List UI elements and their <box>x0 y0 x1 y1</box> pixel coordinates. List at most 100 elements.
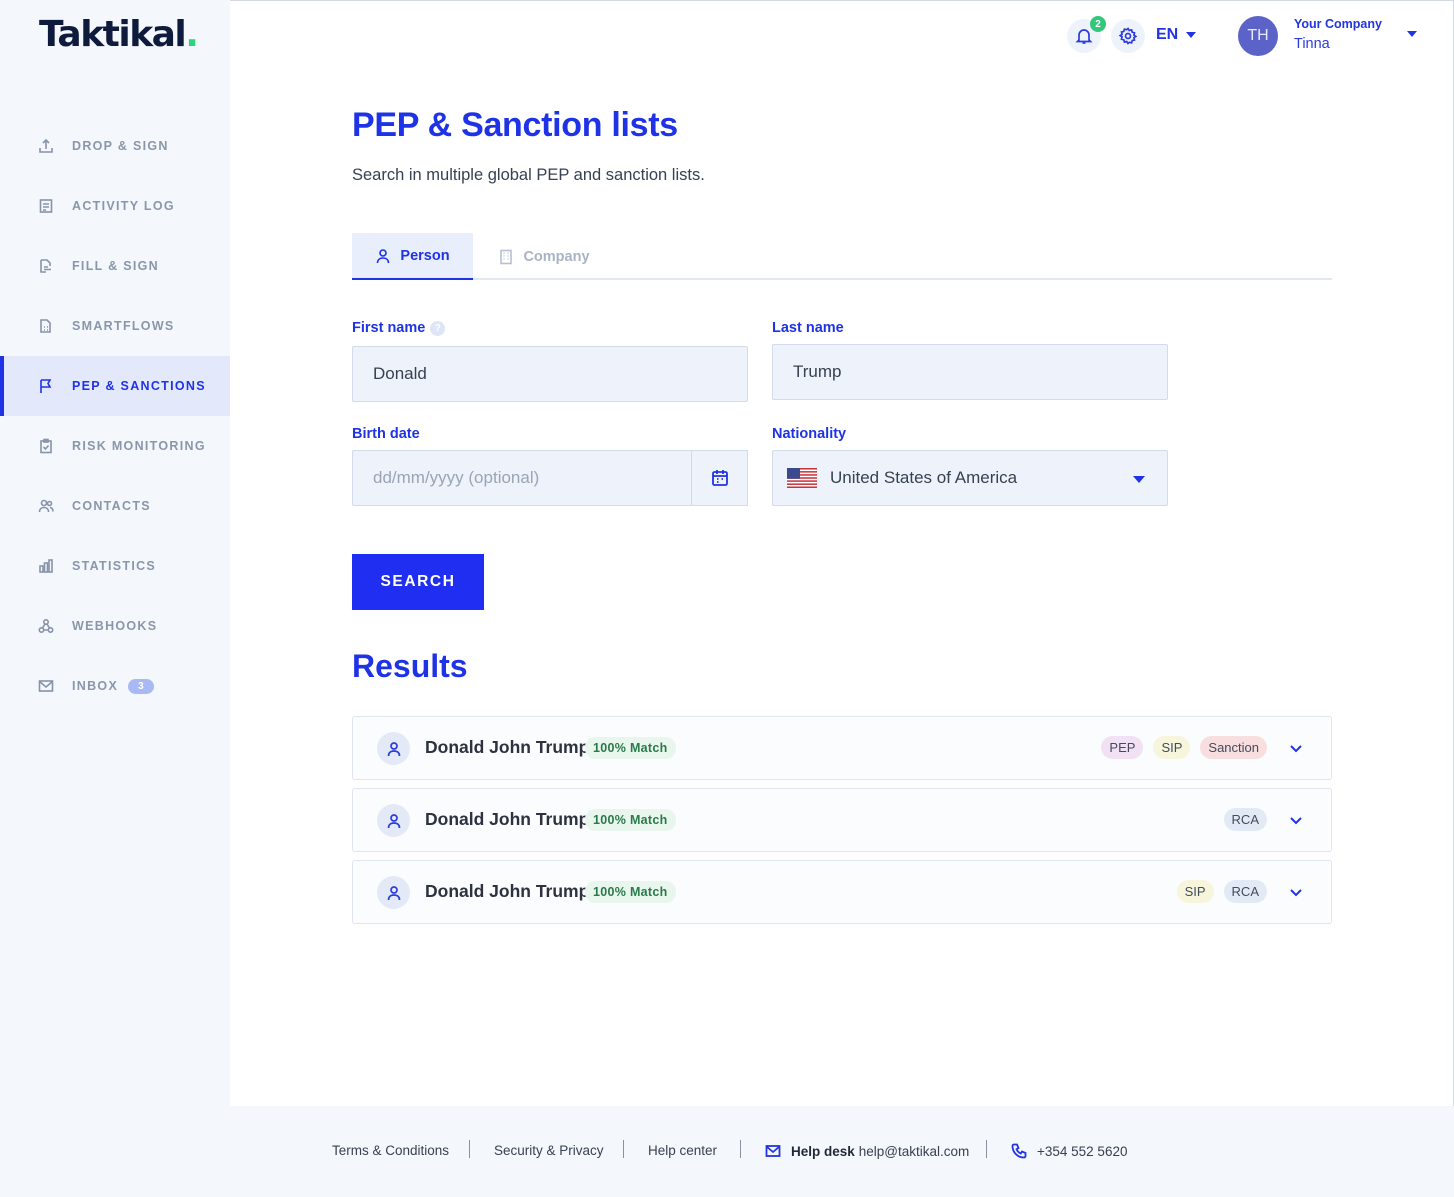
date-picker-button[interactable] <box>691 450 748 506</box>
nationality-value: United States of America <box>830 468 1018 487</box>
user-menu-chevron-icon[interactable] <box>1407 31 1417 37</box>
tab-company[interactable]: Company <box>484 233 604 280</box>
first-name-label: First name ? <box>352 320 446 336</box>
result-row[interactable]: Donald John Trump 100% Match PEP SIP San… <box>352 716 1332 780</box>
person-icon <box>377 248 390 263</box>
sidebar-item-inbox[interactable]: INBOX 3 <box>0 656 230 716</box>
result-row[interactable]: Donald John Trump 100% Match SIP RCA <box>352 860 1332 924</box>
sidebar-item-label: CONTACTS <box>72 499 151 513</box>
sidebar-item-contacts[interactable]: CONTACTS <box>0 476 230 536</box>
sidebar-item-label: INBOX <box>72 679 119 693</box>
expand-chevron-icon[interactable] <box>1287 811 1305 829</box>
nationality-select[interactable]: United States of America <box>772 450 1168 506</box>
result-tags: RCA <box>1223 808 1267 831</box>
user-company[interactable]: Your Company <box>1294 17 1382 31</box>
sidebar-item-webhooks[interactable]: WEBHOOKS <box>0 596 230 656</box>
sidebar-item-label: ACTIVITY LOG <box>72 199 175 213</box>
sidebar-item-fill-sign[interactable]: FILL & SIGN <box>0 236 230 296</box>
tag-sanction: Sanction <box>1200 736 1267 759</box>
page-title: PEP & Sanction lists <box>352 106 678 144</box>
webhook-icon <box>38 618 54 634</box>
expand-chevron-icon[interactable] <box>1287 739 1305 757</box>
tag-rca: RCA <box>1223 808 1267 831</box>
sidebar-item-label: PEP & SANCTIONS <box>72 379 206 393</box>
settings-button[interactable] <box>1111 19 1145 53</box>
terms-link[interactable]: Terms & Conditions <box>332 1143 449 1158</box>
sidebar: Taktikal. DROP & SIGN ACTIVITY LOG FILL … <box>0 0 230 1106</box>
tag-sip: SIP <box>1176 880 1214 903</box>
result-row[interactable]: Donald John Trump 100% Match RCA <box>352 788 1332 852</box>
language-code: EN <box>1156 26 1179 43</box>
sidebar-item-drop-sign[interactable]: DROP & SIGN <box>0 116 230 176</box>
footer-divider <box>986 1140 987 1158</box>
bell-icon <box>1075 29 1093 44</box>
flow-icon <box>38 318 54 334</box>
calendar-icon <box>711 470 728 486</box>
footer-divider <box>740 1140 741 1158</box>
page-subtitle: Search in multiple global PEP and sancti… <box>352 166 705 184</box>
last-name-field[interactable]: Trump <box>772 344 1168 400</box>
sidebar-item-label: FILL & SIGN <box>72 259 159 273</box>
result-tags: SIP RCA <box>1176 880 1267 903</box>
upload-icon <box>38 138 54 154</box>
taktikal-logo[interactable]: Taktikal. <box>39 14 199 55</box>
phone-icon <box>1011 1143 1027 1159</box>
person-icon <box>377 804 410 837</box>
notification-count-badge: 2 <box>1090 16 1106 32</box>
clipboard-check-icon <box>38 438 54 454</box>
inbox-count-badge: 3 <box>128 678 154 694</box>
sidebar-item-smartflows[interactable]: SMARTFLOWS <box>0 296 230 356</box>
sidebar-item-risk-monitoring[interactable]: RISK MONITORING <box>0 416 230 476</box>
sidebar-item-label: STATISTICS <box>72 559 157 573</box>
last-name-label: Last name <box>772 320 844 336</box>
sidebar-item-label: DROP & SIGN <box>72 139 169 153</box>
person-icon <box>377 732 410 765</box>
tag-pep: PEP <box>1101 736 1144 759</box>
phone-link[interactable]: +354 552 5620 <box>1011 1143 1127 1159</box>
result-name: Donald John Trump <box>425 737 590 757</box>
expand-chevron-icon[interactable] <box>1287 883 1305 901</box>
help-center-link[interactable]: Help center <box>648 1143 717 1158</box>
language-selector[interactable]: EN <box>1156 26 1197 44</box>
help-desk-email: help@taktikal.com <box>858 1143 970 1159</box>
sidebar-item-statistics[interactable]: STATISTICS <box>0 536 230 596</box>
sidebar-nav: DROP & SIGN ACTIVITY LOG FILL & SIGN SMA… <box>0 116 230 716</box>
footer-divider <box>623 1140 624 1158</box>
user-name[interactable]: Tinna <box>1294 36 1330 52</box>
match-badge: 100% Match <box>585 881 676 903</box>
tab-label: Person <box>400 247 450 264</box>
first-name-label-text: First name <box>352 320 426 336</box>
sidebar-item-pep-sanctions[interactable]: PEP & SANCTIONS <box>0 356 230 416</box>
mail-icon <box>38 678 54 694</box>
phone-number: +354 552 5620 <box>1037 1143 1128 1159</box>
tag-sip: SIP <box>1153 736 1191 759</box>
help-desk-link[interactable]: Help desk help@taktikal.com <box>765 1143 969 1159</box>
document-icon <box>38 198 54 214</box>
birth-date-label: Birth date <box>352 426 420 442</box>
sidebar-item-label: WEBHOOKS <box>72 619 158 633</box>
chevron-down-icon <box>1133 476 1145 483</box>
bar-chart-icon <box>38 558 54 574</box>
sidebar-item-activity-log[interactable]: ACTIVITY LOG <box>0 176 230 236</box>
tab-person[interactable]: Person <box>352 233 473 280</box>
gear-icon <box>1119 27 1137 45</box>
chevron-down-icon <box>1186 32 1197 38</box>
person-icon <box>377 876 410 909</box>
security-link[interactable]: Security & Privacy <box>494 1143 604 1158</box>
avatar[interactable]: TH <box>1238 16 1278 56</box>
logo-text: Taktikal <box>39 14 187 55</box>
first-name-field[interactable]: Donald <box>352 346 748 402</box>
tab-label: Company <box>523 248 590 265</box>
search-button[interactable]: SEARCH <box>352 554 484 610</box>
help-desk-label: Help desk <box>791 1143 855 1159</box>
tag-rca: RCA <box>1223 880 1267 903</box>
notifications-button[interactable]: 2 <box>1067 16 1106 53</box>
logo-dot: . <box>185 14 199 55</box>
users-icon <box>38 498 54 514</box>
result-name: Donald John Trump <box>425 881 590 901</box>
help-icon[interactable]: ? <box>430 320 446 336</box>
sidebar-item-label: SMARTFLOWS <box>72 319 175 333</box>
building-icon <box>500 249 513 264</box>
birth-date-field[interactable]: dd/mm/yyyy (optional) <box>352 450 692 506</box>
match-badge: 100% Match <box>585 737 676 759</box>
